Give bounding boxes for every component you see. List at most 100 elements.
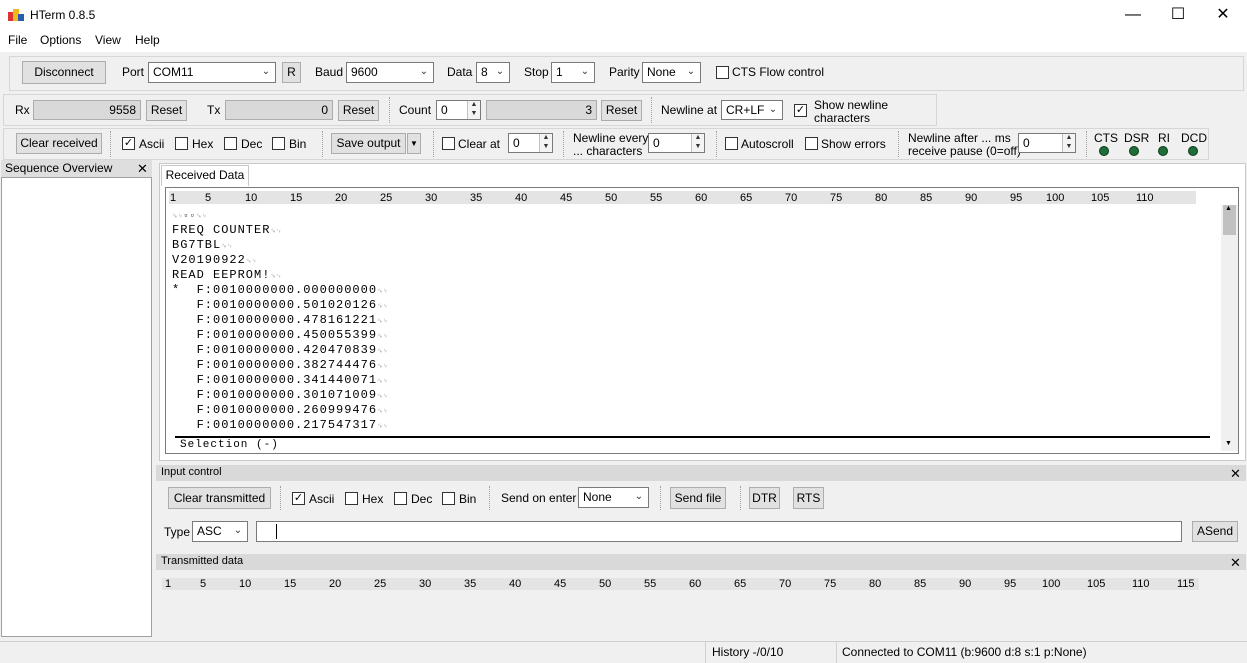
- crlf-marker: ␍␊: [377, 348, 389, 356]
- data-bits-label: Data: [447, 65, 473, 79]
- newline-every-input[interactable]: 0 ▲ ▼: [648, 133, 705, 153]
- newline-after-input[interactable]: 0 ▲ ▼: [1018, 133, 1076, 153]
- close-sequence-overview-icon[interactable]: ✕: [137, 162, 148, 175]
- clear-at-input[interactable]: 0 ▲ ▼: [508, 133, 553, 153]
- clear-transmitted-button[interactable]: Clear transmitted: [168, 487, 271, 509]
- tx-hex-checkbox[interactable]: [345, 492, 358, 505]
- cts-flow-checkbox[interactable]: [716, 66, 729, 79]
- chevron-down-icon: ⌄: [686, 66, 696, 77]
- parity-select[interactable]: None ⌄: [642, 62, 701, 83]
- clear-at-spinner[interactable]: ▲ ▼: [539, 134, 552, 152]
- tab-received-data[interactable]: Received Data: [161, 165, 249, 186]
- asend-button[interactable]: ASend: [1192, 521, 1238, 542]
- chevron-down-icon: ⌄: [768, 104, 778, 115]
- sequence-overview-panel: [1, 177, 152, 637]
- clear-received-button[interactable]: Clear received: [16, 133, 102, 154]
- rx-label: Rx: [15, 103, 30, 117]
- save-output-dropdown[interactable]: ▼: [407, 133, 421, 154]
- menu-help[interactable]: Help: [135, 33, 160, 47]
- show-errors-checkbox[interactable]: [805, 137, 818, 150]
- scroll-up-icon[interactable]: ▲: [1225, 205, 1232, 212]
- ruler-tick-label: 95: [1010, 192, 1023, 204]
- tx-ruler-tick-label: 95: [1004, 578, 1017, 590]
- ri-signal-label: RI: [1158, 131, 1170, 145]
- port-select[interactable]: COM11 ⌄: [148, 62, 276, 83]
- received-scrollbar[interactable]: [1221, 205, 1238, 451]
- ascii-checkbox[interactable]: ✓: [122, 137, 135, 150]
- tx-reset-button[interactable]: Reset: [338, 100, 379, 121]
- ruler-tick-label: 30: [425, 192, 438, 204]
- show-newline-checkbox[interactable]: ✓: [794, 104, 807, 117]
- ruler-tick-label: 10: [245, 192, 258, 204]
- dec-checkbox[interactable]: [224, 137, 237, 150]
- baud-select[interactable]: 9600 ⌄: [346, 62, 434, 83]
- separator: [110, 131, 111, 157]
- rts-button[interactable]: RTS: [793, 487, 824, 509]
- menu-view[interactable]: View: [95, 33, 121, 47]
- ruler-tick-label: 40: [515, 192, 528, 204]
- maximize-button[interactable]: ☐: [1155, 0, 1201, 30]
- rx-line-text: F:0010000000.217547317: [172, 418, 378, 432]
- tx-ruler-tick-label: 30: [419, 578, 432, 590]
- tx-ruler-tick-label: 70: [779, 578, 792, 590]
- cts-flow-label: CTS Flow control: [732, 65, 825, 79]
- send-file-button[interactable]: Send file: [670, 487, 726, 509]
- close-input-control-icon[interactable]: ✕: [1230, 467, 1241, 480]
- rx-reset-button[interactable]: Reset: [146, 100, 187, 121]
- rx-line: F:0010000000.217547317␍␊: [172, 418, 389, 435]
- ruler-tick-label: 50: [605, 192, 618, 204]
- received-column-ruler: [169, 191, 1196, 204]
- stop-bits-select[interactable]: 1 ⌄: [551, 62, 595, 83]
- tx-ascii-checkbox[interactable]: ✓: [292, 492, 305, 505]
- count-spinner[interactable]: ▲ ▼: [467, 101, 480, 119]
- ascii-label: Ascii: [139, 137, 165, 151]
- crlf-marker: ␍␊: [377, 288, 389, 296]
- show-errors-label: Show errors: [821, 137, 886, 151]
- rx-line-text: BG7TBL: [172, 238, 222, 252]
- tx-ruler-tick-label: 105: [1087, 578, 1106, 590]
- window-title: HTerm 0.8.5: [30, 8, 96, 22]
- text-cursor: [276, 524, 277, 539]
- send-input[interactable]: [256, 521, 1182, 542]
- tx-dec-checkbox[interactable]: [394, 492, 407, 505]
- parity-value: None: [647, 65, 676, 79]
- status-divider: [705, 641, 706, 663]
- count-input[interactable]: 0 ▲ ▼: [436, 100, 481, 120]
- tx-ruler-tick-label: 110: [1132, 578, 1150, 590]
- menu-options[interactable]: Options: [40, 33, 81, 47]
- save-output-button[interactable]: Save output: [331, 133, 406, 154]
- title-bar: [0, 0, 1247, 30]
- newline-after-spinner[interactable]: ▲ ▼: [1062, 134, 1075, 152]
- ruler-tick-label: 45: [560, 192, 573, 204]
- ruler-tick-label: 75: [830, 192, 843, 204]
- bin-checkbox[interactable]: [272, 137, 285, 150]
- autoscroll-checkbox[interactable]: [725, 137, 738, 150]
- tx-bin-checkbox[interactable]: [442, 492, 455, 505]
- menu-file[interactable]: File: [8, 33, 27, 47]
- scroll-down-icon[interactable]: ▼: [1225, 440, 1232, 447]
- send-on-enter-value: None: [583, 490, 612, 504]
- tx-ruler-tick-label: 50: [599, 578, 612, 590]
- count-display: 3: [486, 100, 597, 120]
- count-reset-button[interactable]: Reset: [601, 100, 642, 121]
- clear-at-checkbox[interactable]: [442, 137, 455, 150]
- separator: [280, 486, 281, 510]
- newline-every-spinner[interactable]: ▲ ▼: [691, 134, 704, 152]
- tx-hex-label: Hex: [362, 492, 384, 506]
- send-on-enter-select[interactable]: None ⌄: [578, 487, 649, 508]
- separator: [651, 97, 652, 123]
- type-select[interactable]: ASC ⌄: [192, 521, 248, 542]
- close-transmitted-data-icon[interactable]: ✕: [1230, 556, 1241, 569]
- data-bits-select[interactable]: 8 ⌄: [476, 62, 510, 83]
- baud-label: Baud: [315, 65, 344, 79]
- disconnect-button[interactable]: Disconnect: [22, 61, 106, 84]
- dtr-button[interactable]: DTR: [749, 487, 780, 509]
- close-window-button[interactable]: ✕: [1200, 0, 1246, 30]
- separator: [1086, 131, 1087, 157]
- hex-checkbox[interactable]: [175, 137, 188, 150]
- newline-every-label-1: Newline every: [573, 131, 649, 145]
- newline-at-select[interactable]: CR+LF ⌄: [721, 100, 783, 120]
- chevron-down-icon: ⌄: [634, 491, 644, 502]
- minimize-button[interactable]: —: [1110, 0, 1156, 30]
- refresh-ports-button[interactable]: R: [282, 62, 301, 83]
